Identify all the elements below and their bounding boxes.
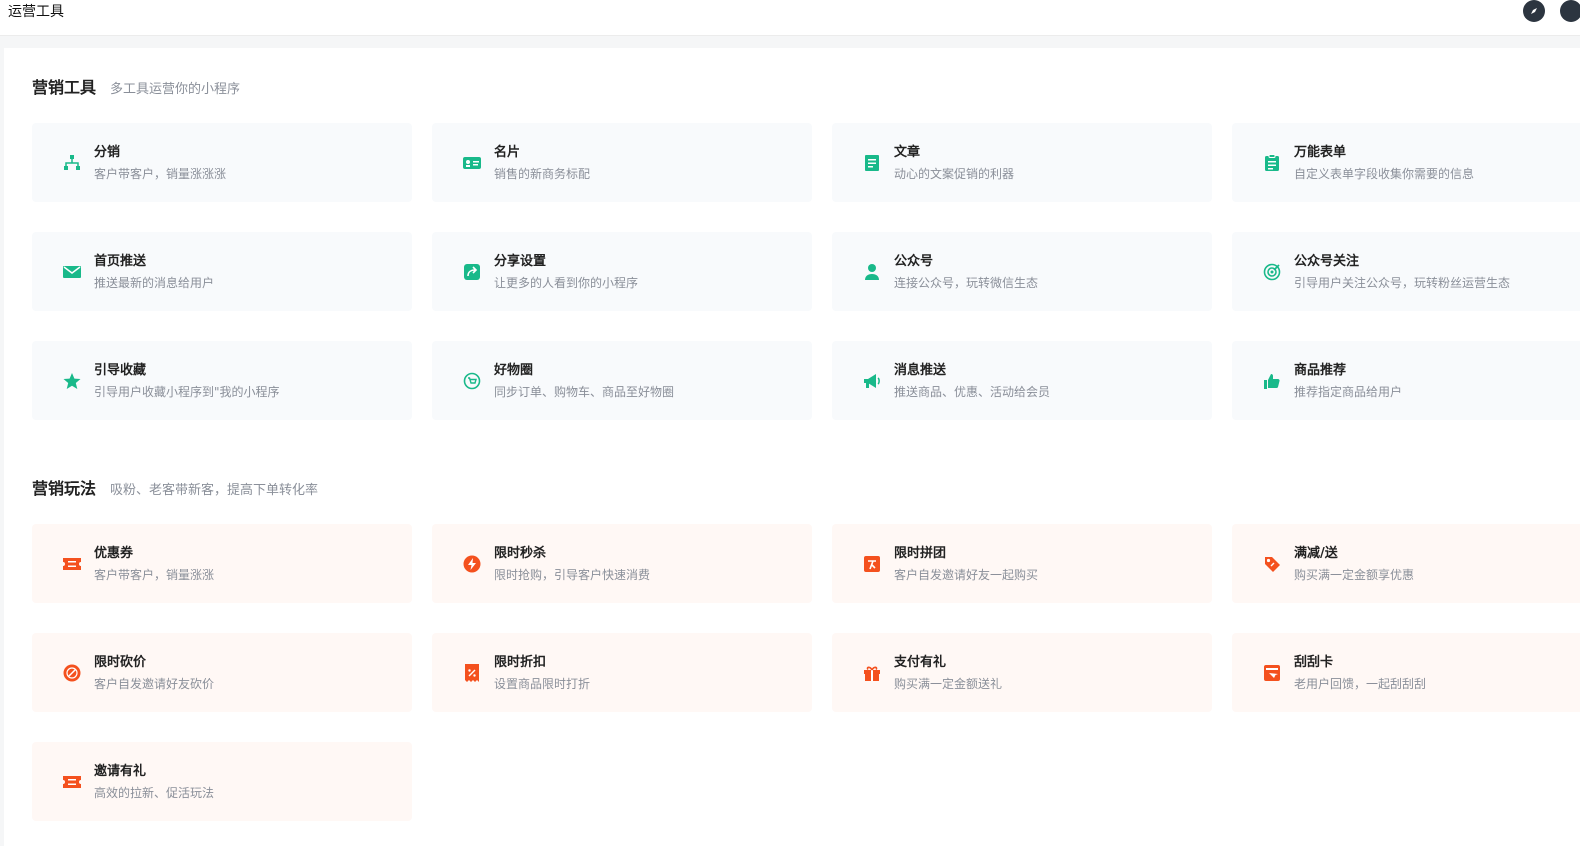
person-icon	[862, 262, 882, 282]
top-bar: 运营工具	[0, 0, 1580, 36]
card-description: 推送商品、优惠、活动给会员	[894, 385, 1051, 399]
card-title: 限时秒杀	[494, 546, 547, 561]
share-icon	[462, 262, 482, 282]
card-title: 邀请有礼	[94, 764, 147, 779]
card-description: 客户自发邀请好友砍价	[94, 677, 215, 691]
card-title: 分销	[94, 145, 121, 160]
tool-card[interactable]: 邀请有礼高效的拉新、促活玩法	[32, 742, 412, 821]
card-description: 客户带客户，销量涨涨涨	[94, 167, 227, 181]
card-title: 公众号	[894, 254, 934, 269]
mail-icon	[62, 262, 82, 282]
card-title: 消息推送	[894, 363, 947, 378]
tool-card[interactable]: 首页推送推送最新的消息给用户	[32, 232, 412, 311]
card-title: 首页推送	[94, 254, 147, 269]
tool-card[interactable]: 好物圈同步订单、购物车、商品至好物圈	[432, 341, 812, 420]
tool-card[interactable]: 消息推送推送商品、优惠、活动给会员	[832, 341, 1212, 420]
card-description: 客户自发邀请好友一起购买	[894, 568, 1039, 582]
section-title: 营销工具	[32, 78, 97, 97]
cart-circle-icon	[462, 371, 482, 391]
card-title: 引导收藏	[94, 363, 147, 378]
card-title: 限时砍价	[94, 655, 147, 670]
document-icon	[862, 153, 882, 173]
section-subtitle: 吸粉、老客带新客，提高下单转化率	[110, 483, 319, 498]
play-grid: 优惠券 客户带客户，销量涨涨 限时秒杀 限时抢购，引导客户快速消费 限时拼团 客户自发邀请…	[32, 524, 1580, 821]
invite-ticket-icon	[62, 772, 82, 792]
scratch-card-icon	[1262, 663, 1282, 683]
card-title: 优惠券	[94, 546, 134, 561]
card-title: 支付有礼	[894, 655, 947, 670]
tool-card[interactable]: 分销客户带客户，销量涨涨涨	[32, 123, 412, 202]
card-description: 推送最新的消息给用户	[94, 276, 215, 290]
card-description: 限时抢购，引导客户快速消费	[494, 568, 651, 582]
star-icon	[62, 371, 82, 391]
tool-card[interactable]: 支付有礼购买满一定金额送礼	[832, 633, 1212, 712]
section-header-play: 营销玩法 吸粉、老客带新客，提高下单转化率	[32, 475, 318, 499]
page-title: 运营工具	[8, 4, 64, 20]
card-title: 刮刮卡	[1294, 655, 1334, 670]
tool-card[interactable]: 公众号连接公众号，玩转微信生态	[832, 232, 1212, 311]
price-tag-icon	[1262, 554, 1282, 574]
card-title: 满减/送	[1294, 546, 1338, 561]
tools-grid: 分销 客户带客户，销量涨涨涨 名片 销售的新商务标配 文章 动心的文案促销的利器 万能表单自…	[32, 123, 1580, 420]
card-description: 引导用户关注公众号，玩转粉丝运营生态	[1294, 276, 1511, 290]
megaphone-icon	[862, 371, 882, 391]
main-content: 营销工具 多工具运营你的小程序 分销 客户带客户，销量涨涨涨 名片 销售的新商务标配文…	[4, 48, 1580, 846]
card-description: 引导用户收藏小程序到"我的小程序	[94, 385, 280, 399]
tool-card[interactable]: 公众号关注引导用户关注公众号，玩转粉丝运营生态	[1232, 232, 1580, 311]
section-header-tools: 营销工具 多工具运营你的小程序	[32, 74, 240, 98]
card-title: 限时拼团	[894, 546, 947, 561]
section-title: 营销玩法	[32, 479, 97, 498]
discount-icon	[462, 663, 482, 683]
target-icon	[1262, 262, 1282, 282]
card-title: 公众号关注	[1294, 254, 1360, 269]
card-description: 同步订单、购物车、商品至好物圈	[494, 385, 675, 399]
tool-card[interactable]: 文章动心的文案促销的利器	[832, 123, 1212, 202]
card-title: 分享设置	[494, 254, 547, 269]
card-description: 连接公众号，玩转微信生态	[894, 276, 1039, 290]
bargain-icon	[62, 663, 82, 683]
id-card-icon	[462, 153, 482, 173]
tool-card[interactable]: 万能表单自定义表单字段收集你需要的信息	[1232, 123, 1580, 202]
org-chart-icon	[62, 153, 82, 173]
card-title: 名片	[494, 145, 521, 160]
card-title: 商品推荐	[1294, 363, 1347, 378]
card-title: 限时折扣	[494, 655, 547, 670]
lightning-icon	[462, 554, 482, 574]
section-subtitle: 多工具运营你的小程序	[110, 82, 241, 97]
tool-card[interactable]: 限时砍价客户自发邀请好友砍价	[32, 633, 412, 712]
card-description: 高效的拉新、促活玩法	[94, 786, 215, 800]
card-title: 好物圈	[494, 363, 534, 378]
tool-card[interactable]: 引导收藏引导用户收藏小程序到"我的小程序	[32, 341, 412, 420]
card-description: 购买满一定金额享优惠	[1294, 568, 1415, 582]
card-description: 自定义表单字段收集你需要的信息	[1294, 167, 1475, 181]
tool-card[interactable]: 限时折扣设置商品限时打折	[432, 633, 812, 712]
group-buy-icon	[862, 554, 882, 574]
tool-card[interactable]: 满减/送购买满一定金额享优惠	[1232, 524, 1580, 603]
card-description: 动心的文案促销的利器	[894, 167, 1015, 181]
card-description: 推荐指定商品给用户	[1294, 385, 1403, 399]
card-title: 万能表单	[1294, 145, 1347, 160]
card-description: 让更多的人看到你的小程序	[494, 276, 639, 290]
card-description: 销售的新商务标配	[494, 167, 591, 181]
tool-card[interactable]: 名片销售的新商务标配	[432, 123, 812, 202]
coupon-icon	[62, 554, 82, 574]
card-description: 老用户回馈，一起刮刮刮	[1294, 677, 1427, 691]
card-description: 客户带客户，销量涨涨	[94, 568, 215, 582]
tool-card[interactable]: 优惠券客户带客户，销量涨涨	[32, 524, 412, 603]
card-title: 文章	[894, 145, 921, 160]
tool-card[interactable]: 刮刮卡老用户回馈，一起刮刮刮	[1232, 633, 1580, 712]
card-description: 购买满一定金额送礼	[894, 677, 1003, 691]
gift-icon	[862, 663, 882, 683]
tool-card[interactable]: 限时拼团客户自发邀请好友一起购买	[832, 524, 1212, 603]
clipboard-icon	[1262, 153, 1282, 173]
compass-icon[interactable]	[1523, 0, 1545, 22]
tool-card[interactable]: 商品推荐推荐指定商品给用户	[1232, 341, 1580, 420]
tool-card[interactable]: 限时秒杀限时抢购，引导客户快速消费	[432, 524, 812, 603]
user-avatar-icon[interactable]	[1560, 0, 1580, 22]
card-description: 设置商品限时打折	[494, 677, 591, 691]
tool-card[interactable]: 分享设置让更多的人看到你的小程序	[432, 232, 812, 311]
thumbs-up-icon	[1262, 371, 1282, 391]
